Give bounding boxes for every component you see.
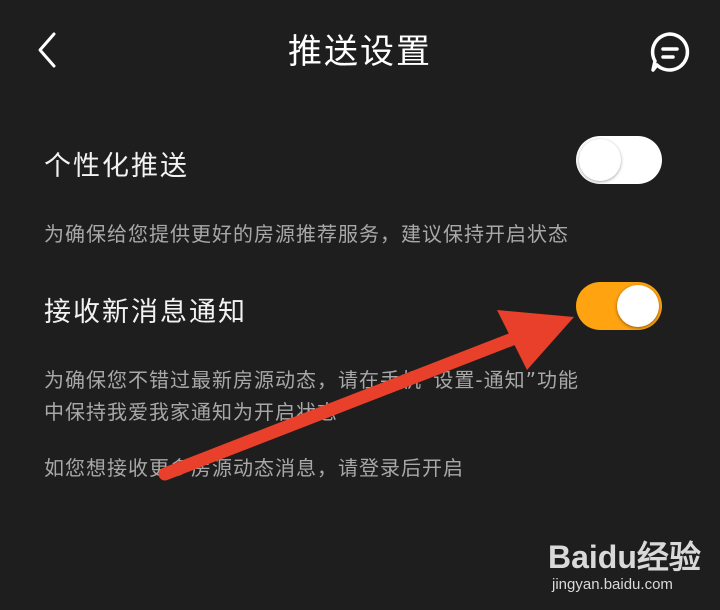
description-line: 中保持我爱我家通知为开启状态 (44, 400, 338, 424)
personalized-push-toggle[interactable] (576, 136, 662, 184)
setting-label: 接收新消息通知 (44, 297, 247, 328)
setting-label: 个性化推送 (44, 151, 189, 182)
toggle-knob (579, 139, 621, 181)
message-notification-description: 为确保您不错过最新房源动态，请在手机“设置-通知”功能 中保持我爱我家通知为开启… (44, 364, 684, 428)
message-bubble-icon (650, 32, 690, 72)
setting-row-personalized-push: 个性化推送 (44, 130, 674, 190)
baidu-watermark: Baidu经验 jingyan.baidu.com (548, 532, 713, 602)
login-hint: 如您想接收更多房源动态消息，请登录后开启 (44, 456, 464, 480)
setting-row-message-notification: 接收新消息通知 (44, 276, 674, 336)
personalized-push-description: 为确保给您提供更好的房源推荐服务，建议保持开启状态 (44, 222, 569, 246)
toggle-knob (617, 285, 659, 327)
watermark-brand: Baidu经验 (548, 539, 701, 575)
message-notification-toggle[interactable] (576, 282, 662, 330)
message-button[interactable] (648, 30, 692, 74)
header: 推送设置 (0, 0, 720, 100)
watermark-url: jingyan.baidu.com (552, 576, 673, 593)
description-line: 为确保您不错过最新房源动态，请在手机“设置-通知”功能 (44, 368, 579, 392)
page-title: 推送设置 (288, 32, 432, 72)
